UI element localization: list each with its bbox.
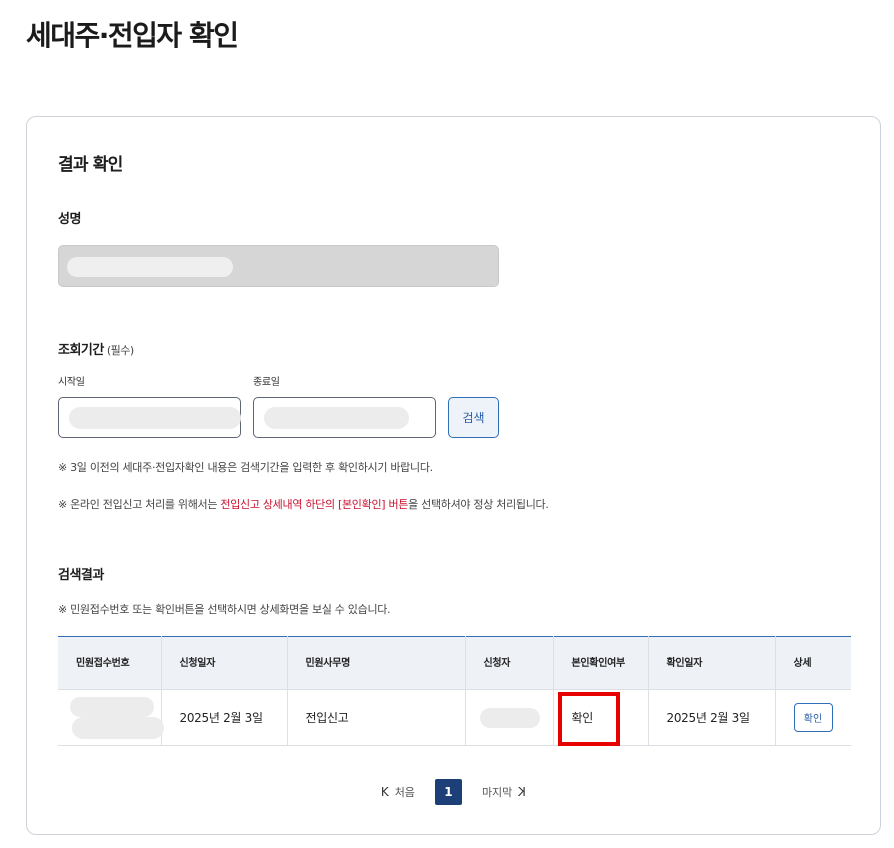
notice-online-move-in: ※ 온라인 전입신고 처리를 위해서는 전입신고 상세내역 하단의 [본인확인]… bbox=[58, 496, 549, 512]
verify-date-cell: 2025년 2월 3일 bbox=[648, 689, 776, 746]
result-card: 결과 확인 성명 조회기간 (필수) 시작일 종료일 검색 ※ 3일 이전의 세대… bbox=[26, 116, 881, 835]
name-field bbox=[58, 245, 499, 287]
start-date-input[interactable] bbox=[58, 397, 241, 438]
masked-end-date bbox=[264, 407, 409, 429]
search-results-label: 검색결과 bbox=[58, 568, 104, 583]
required-mark: (필수) bbox=[106, 344, 134, 357]
page-1-button[interactable]: 1 bbox=[434, 779, 462, 805]
col-detail: 상세 bbox=[775, 636, 851, 690]
notice-period: ※ 3일 이전의 세대주·전입자확인 내용은 검색기간을 입력한 후 확인하시기… bbox=[58, 461, 433, 474]
col-receipt-number: 민원접수번호 bbox=[58, 636, 162, 690]
highlight-box bbox=[557, 692, 620, 746]
table-header-row: 민원접수번호 신청일자 민원사무명 신청자 본인확인여부 확인일자 상세 bbox=[58, 636, 851, 690]
col-verify-date: 확인일자 bbox=[648, 636, 776, 690]
apply-date-cell: 2025년 2월 3일 bbox=[161, 689, 288, 746]
results-table: 민원접수번호 신청일자 민원사무명 신청자 본인확인여부 확인일자 상세 202… bbox=[58, 636, 851, 746]
col-verified: 본인확인여부 bbox=[553, 636, 649, 690]
service-name-cell: 전입신고 bbox=[287, 689, 466, 746]
masked-receipt-number bbox=[70, 697, 154, 717]
first-page-label: 처음 bbox=[394, 786, 415, 799]
detail-confirm-button[interactable]: 확인 bbox=[793, 703, 833, 732]
pagination: K 처음 1 마지막 K bbox=[27, 779, 880, 805]
col-service-name: 민원사무명 bbox=[287, 636, 466, 690]
detail-cell: 확인 bbox=[775, 689, 851, 746]
col-apply-date: 신청일자 bbox=[161, 636, 288, 690]
col-applicant: 신청자 bbox=[465, 636, 554, 690]
applicant-cell bbox=[465, 689, 554, 746]
notice-prefix: ※ 온라인 전입신고 처리를 위해서는 bbox=[58, 498, 221, 511]
notice-suffix: 을 선택하셔야 정상 처리됩니다. bbox=[408, 498, 549, 511]
end-date-input[interactable] bbox=[253, 397, 436, 438]
results-notice: ※ 민원접수번호 또는 확인버튼을 선택하시면 상세화면을 보실 수 있습니다. bbox=[58, 603, 391, 616]
table-row: 2025년 2월 3일 전입신고 확인 2025년 2월 3일 확인 bbox=[58, 689, 851, 746]
start-date-label: 시작일 bbox=[58, 377, 85, 388]
page-title: 세대주·전입자 확인 bbox=[26, 19, 239, 52]
card-title: 결과 확인 bbox=[58, 155, 123, 175]
end-date-label: 종료일 bbox=[253, 377, 280, 388]
masked-applicant bbox=[479, 708, 540, 728]
period-label-text: 조회기간 bbox=[58, 343, 104, 358]
receipt-number-cell[interactable] bbox=[58, 689, 164, 746]
masked-name bbox=[67, 257, 233, 277]
verified-cell: 확인 bbox=[553, 689, 649, 746]
notice-highlight: 전입신고 상세내역 하단의 [본인확인] 버튼 bbox=[220, 498, 409, 511]
period-label: 조회기간 (필수) bbox=[58, 339, 134, 358]
last-page-icon: K bbox=[518, 785, 527, 799]
first-page-icon: K bbox=[380, 785, 389, 799]
name-label: 성명 bbox=[58, 212, 81, 227]
masked-start-date bbox=[69, 407, 241, 429]
last-page-label: 마지막 bbox=[481, 786, 513, 799]
first-page-link[interactable]: K 처음 bbox=[381, 784, 415, 800]
masked-receipt-number-2 bbox=[72, 717, 164, 739]
last-page-link[interactable]: 마지막 K bbox=[482, 784, 526, 800]
search-button[interactable]: 검색 bbox=[448, 397, 499, 438]
